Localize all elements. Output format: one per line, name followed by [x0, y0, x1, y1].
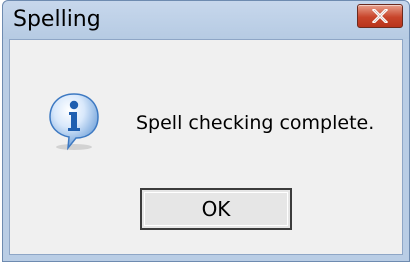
- title-bar[interactable]: Spelling: [3, 1, 409, 39]
- dialog-message: Spell checking complete.: [136, 112, 375, 134]
- spelling-dialog: Spelling Spell checking complete. OK: [2, 0, 410, 262]
- close-button[interactable]: [357, 4, 403, 28]
- ok-button[interactable]: OK: [140, 188, 292, 230]
- ok-button-label: OK: [201, 197, 231, 221]
- dialog-title: Spelling: [13, 7, 101, 32]
- information-icon: [49, 93, 99, 151]
- close-icon: [372, 9, 388, 23]
- dialog-body: Spell checking complete. OK: [9, 39, 403, 255]
